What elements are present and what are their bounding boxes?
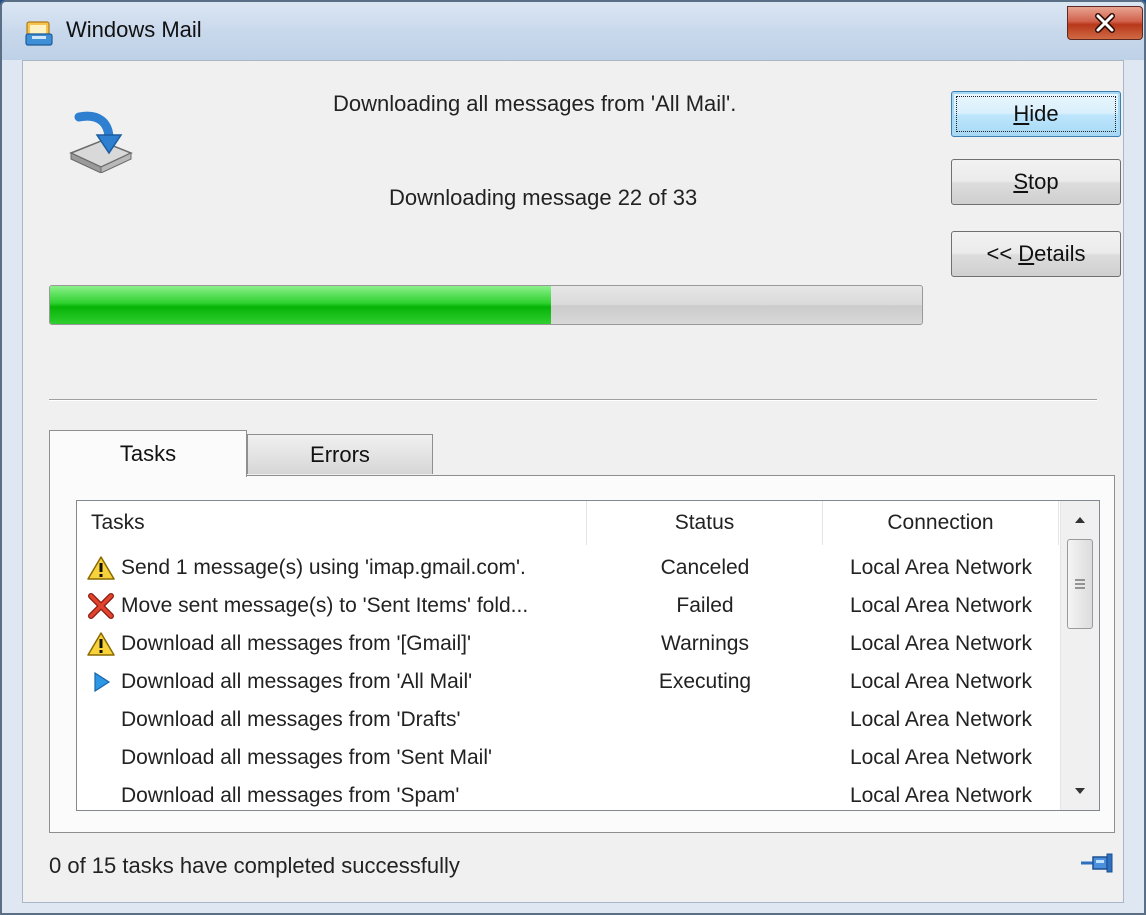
separator-line	[49, 399, 1097, 401]
details-button-label: << Details	[986, 241, 1086, 266]
connection-cell: Local Area Network	[849, 556, 1033, 579]
scroll-thumb[interactable]	[1067, 539, 1093, 629]
task-name: Download all messages from 'All Mail'	[121, 670, 473, 693]
warning-icon	[87, 554, 115, 582]
task-cell: Download all messages from '[Gmail]'	[87, 625, 587, 663]
play-arrow-icon	[87, 668, 115, 696]
task-name: Download all messages from '[Gmail]'	[121, 632, 471, 655]
table-row[interactable]: Download all messages from 'Spam' Local A…	[77, 777, 1059, 810]
table-row[interactable]: Send 1 message(s) using 'imap.gmail.com'…	[77, 549, 1059, 587]
status-cell: Executing	[658, 670, 752, 693]
connection-cell: Local Area Network	[849, 594, 1033, 617]
status-cell	[587, 739, 823, 777]
scroll-up-arrow-icon	[1075, 517, 1085, 523]
tasks-tab-panel: Tasks Status Connection Send 1 message(s…	[49, 475, 1115, 833]
table-row[interactable]: Download all messages from '[Gmail]' Warn…	[77, 625, 1059, 663]
table-row[interactable]: Download all messages from 'All Mail' Exe…	[77, 663, 1059, 701]
status-cell	[587, 701, 823, 739]
task-cell: Download all messages from 'Spam'	[87, 777, 587, 810]
task-cell: Download all messages from 'Sent Mail'	[87, 739, 587, 777]
title-bar[interactable]: Windows Mail	[2, 2, 1144, 60]
warning-icon	[87, 630, 115, 658]
pin-icon[interactable]	[1079, 851, 1115, 875]
column-header-status[interactable]: Status	[587, 501, 823, 545]
table-row[interactable]: Move sent message(s) to 'Sent Items' fol…	[77, 587, 1059, 625]
column-header-connection[interactable]: Connection	[823, 501, 1059, 545]
completion-status: 0 of 15 tasks have completed successfull…	[49, 853, 460, 878]
connection-cell: Local Area Network	[849, 784, 1033, 807]
task-name: Download all messages from 'Sent Mail'	[121, 746, 493, 769]
close-icon	[1095, 13, 1115, 33]
hide-button[interactable]: Hide	[951, 91, 1121, 137]
task-cell: Move sent message(s) to 'Sent Items' fol…	[87, 587, 587, 625]
status-cell: Canceled	[660, 556, 750, 579]
download-folder-message: Downloading all messages from 'All Mail'…	[333, 91, 737, 116]
progress-fill	[50, 286, 551, 324]
connection-cell: Local Area Network	[849, 670, 1033, 693]
table-row[interactable]: Download all messages from 'Drafts' Local…	[77, 701, 1059, 739]
scroll-down-arrow-icon	[1075, 788, 1085, 794]
status-cell: Failed	[676, 594, 734, 617]
tab-errors[interactable]: Errors	[247, 434, 433, 474]
task-name: Send 1 message(s) using 'imap.gmail.com'…	[121, 556, 526, 579]
table-row[interactable]: Download all messages from 'Sent Mail' Lo…	[77, 739, 1059, 777]
connection-cell: Local Area Network	[849, 746, 1033, 769]
task-cell: Download all messages from 'All Mail'	[87, 663, 587, 701]
details-toggle-button[interactable]: << Details	[951, 231, 1121, 277]
grip-icon	[1075, 579, 1085, 589]
column-header-tasks[interactable]: Tasks	[77, 501, 587, 545]
status-cell: Warnings	[661, 632, 749, 655]
stop-button[interactable]: Stop	[951, 159, 1121, 205]
no-icon	[87, 706, 115, 734]
tab-tasks[interactable]: Tasks	[49, 430, 247, 477]
connection-cell: Local Area Network	[849, 708, 1033, 731]
tasks-list[interactable]: Tasks Status Connection Send 1 message(s…	[76, 500, 1100, 811]
no-icon	[87, 744, 115, 772]
task-name: Download all messages from 'Spam'	[121, 784, 460, 807]
download-progress-bar	[49, 285, 923, 325]
windows-mail-app-icon	[25, 21, 53, 46]
error-x-icon	[87, 592, 115, 620]
scroll-down-button[interactable]	[1061, 772, 1099, 810]
list-header: Tasks Status Connection	[77, 501, 1059, 545]
task-cell: Download all messages from 'Drafts'	[87, 701, 587, 739]
focus-rectangle	[956, 96, 1116, 132]
dialog-body: Downloading all messages from 'All Mail'…	[22, 60, 1124, 903]
task-name: Download all messages from 'Drafts'	[121, 708, 461, 731]
download-icon	[69, 111, 133, 173]
scroll-up-button[interactable]	[1061, 501, 1099, 539]
close-button[interactable]	[1067, 6, 1143, 40]
task-cell: Send 1 message(s) using 'imap.gmail.com'…	[87, 549, 587, 587]
task-name: Move sent message(s) to 'Sent Items' fol…	[121, 594, 529, 617]
status-cell	[587, 777, 823, 810]
no-icon	[87, 782, 115, 810]
windows-mail-progress-dialog: Windows Mail Downloading all messages fr…	[0, 0, 1146, 915]
window-title: Windows Mail	[66, 17, 202, 42]
stop-button-label: Stop	[1013, 169, 1059, 194]
vertical-scrollbar[interactable]	[1060, 501, 1099, 810]
download-progress-message: Downloading message 22 of 33	[389, 185, 698, 210]
connection-cell: Local Area Network	[849, 632, 1033, 655]
